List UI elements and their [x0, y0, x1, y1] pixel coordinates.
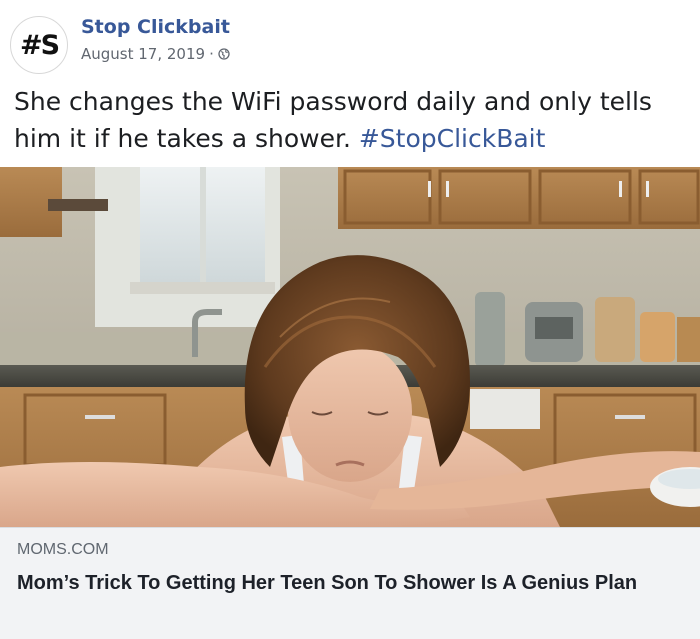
link-source: MOMS.COM: [17, 541, 109, 558]
link-headline[interactable]: Mom’s Trick To Getting Her Teen Son To S…: [17, 568, 687, 598]
page-avatar[interactable]: #S: [10, 16, 68, 74]
link-preview[interactable]: MOMS.COM Mom’s Trick To Getting Her Teen…: [0, 527, 700, 639]
avatar-logo-text: #S: [19, 29, 60, 61]
page-name-link[interactable]: Stop Clickbait: [81, 16, 230, 38]
globe-icon: [218, 48, 230, 60]
kitchen-teen-photo: [0, 167, 700, 527]
meta-separator: ·: [209, 45, 214, 63]
post-date[interactable]: August 17, 2019: [81, 45, 205, 63]
post-header: #S Stop Clickbait August 17, 2019 ·: [10, 14, 690, 74]
post-image[interactable]: [0, 167, 700, 527]
post-message-text: She changes the WiFi password daily and …: [14, 87, 652, 153]
facebook-post: #S Stop Clickbait August 17, 2019 · She …: [0, 0, 700, 639]
hashtag-link[interactable]: #StopClickBait: [359, 124, 546, 153]
post-meta: August 17, 2019 ·: [81, 45, 230, 63]
post-message: She changes the WiFi password daily and …: [14, 83, 694, 157]
